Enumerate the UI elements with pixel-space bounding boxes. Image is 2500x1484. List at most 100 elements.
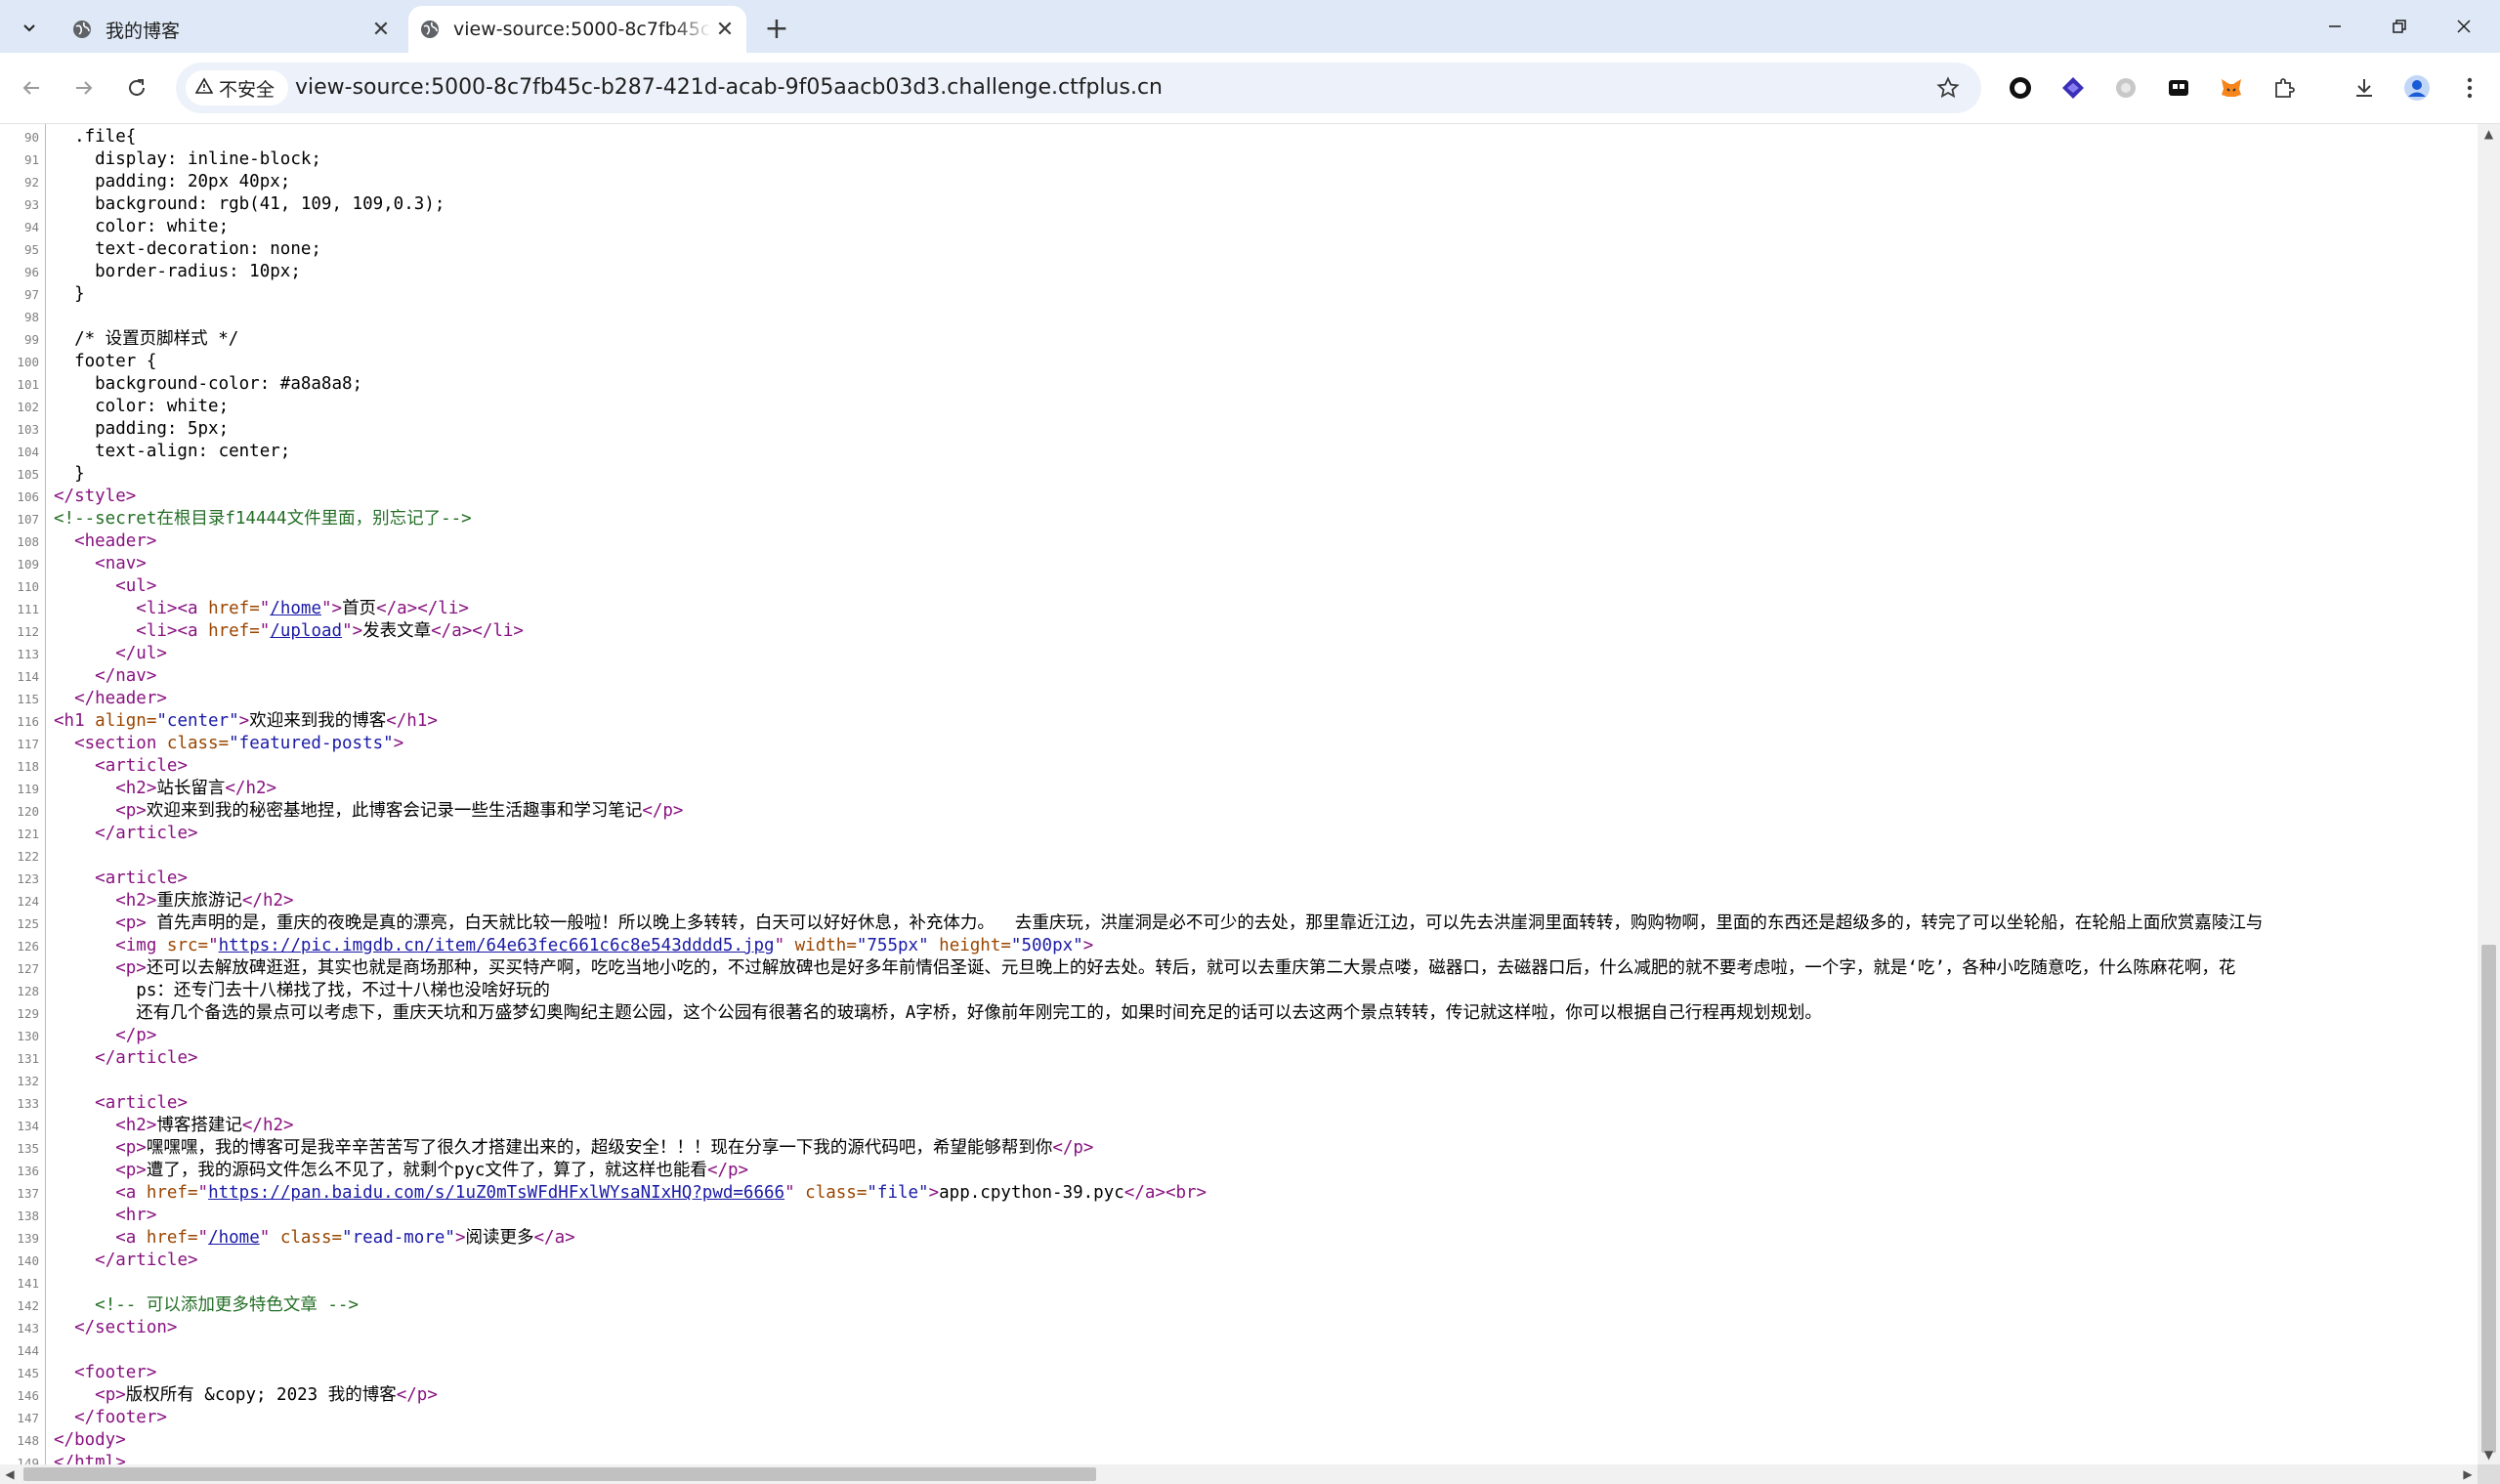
code-token: " bbox=[208, 936, 219, 955]
code-token: </p> bbox=[706, 1161, 749, 1180]
code-token: 首页 bbox=[342, 599, 377, 618]
line-number: 141 bbox=[17, 1276, 39, 1291]
code-token: > bbox=[238, 711, 250, 731]
menu-kebab-icon[interactable] bbox=[2452, 70, 2487, 106]
extension-layers-icon[interactable] bbox=[2055, 70, 2091, 106]
restore-button[interactable] bbox=[2372, 8, 2427, 45]
reload-button[interactable] bbox=[119, 70, 154, 106]
source-link[interactable]: /upload bbox=[270, 621, 342, 641]
tab-view-source[interactable]: view-source:5000-8c7fb45c-b287-421d-acab… bbox=[408, 6, 746, 53]
new-tab-button[interactable]: + bbox=[760, 12, 793, 46]
scroll-right-arrow-icon[interactable]: ▶ bbox=[2458, 1464, 2478, 1484]
line-code: background: rgb(41, 109, 109,0.3); bbox=[54, 193, 445, 216]
back-button[interactable] bbox=[14, 70, 49, 106]
profile-avatar-icon[interactable] bbox=[2399, 70, 2435, 106]
line-number: 121 bbox=[17, 827, 39, 841]
line-code: </nav> bbox=[54, 665, 156, 688]
source-link[interactable]: /home bbox=[208, 1228, 260, 1248]
line-code: </style> bbox=[54, 486, 136, 508]
download-icon[interactable] bbox=[2347, 70, 2382, 106]
tab-blog[interactable]: 我的博客 ✕ bbox=[61, 6, 403, 53]
line-code: <p>还可以去解放碑逛逛，其实也就是商场那种，买买特产啊，吃吃当地小吃的，不过解… bbox=[54, 957, 2235, 980]
tab-title: 我的博客 bbox=[106, 20, 181, 42]
line-number: 129 bbox=[17, 1006, 39, 1021]
minimize-button[interactable] bbox=[2308, 8, 2362, 45]
line-code: <hr> bbox=[54, 1205, 156, 1227]
code-token: padding: 20px 40px; bbox=[54, 172, 291, 191]
line-code: padding: 20px 40px; bbox=[54, 171, 290, 193]
url-text[interactable]: view-source:5000-8c7fb45c-b287-421d-acab… bbox=[295, 63, 1163, 113]
code-token: color: white; bbox=[54, 397, 230, 416]
line-number: 146 bbox=[17, 1388, 39, 1403]
code-token: </a> bbox=[533, 1228, 575, 1248]
code-token: " bbox=[774, 936, 795, 955]
address-bar[interactable]: 不安全 view-source:5000-8c7fb45c-b287-421d-… bbox=[176, 63, 1981, 113]
tab-close-icon[interactable]: ✕ bbox=[367, 16, 395, 43]
code-token: <section bbox=[74, 734, 167, 753]
tab-search-chevron-icon[interactable] bbox=[14, 13, 45, 42]
code-token: href= bbox=[208, 599, 260, 618]
line-number: 124 bbox=[17, 894, 39, 909]
code-token: <article> bbox=[95, 869, 188, 888]
scroll-down-arrow-icon[interactable]: ▼ bbox=[2478, 1445, 2500, 1464]
source-link[interactable]: https://pan.baidu.com/s/1uZ0mTsWFdHFxlWY… bbox=[208, 1183, 784, 1203]
close-window-button[interactable] bbox=[2436, 8, 2491, 45]
line-code: <article> bbox=[54, 755, 188, 778]
line-code: <li><a href="/upload">发表文章</a></li> bbox=[54, 620, 524, 643]
line-number: 126 bbox=[17, 939, 39, 954]
extension-gray-icon[interactable] bbox=[2108, 70, 2143, 106]
code-token: <hr> bbox=[115, 1206, 157, 1225]
line-number: 120 bbox=[17, 804, 39, 819]
line-code: /* 设置页脚样式 */ bbox=[54, 328, 238, 351]
security-chip[interactable]: 不安全 bbox=[186, 70, 289, 106]
code-token: " bbox=[197, 1228, 209, 1248]
vertical-scroll-thumb[interactable] bbox=[2481, 945, 2496, 1453]
security-label: 不安全 bbox=[219, 78, 275, 101]
scroll-left-arrow-icon[interactable]: ◀ bbox=[0, 1464, 20, 1484]
metamask-fox-icon[interactable] bbox=[2214, 70, 2249, 106]
line-number: 90 bbox=[23, 130, 39, 145]
vertical-scrollbar[interactable]: ▲ ▼ bbox=[2478, 124, 2500, 1464]
tab-close-icon[interactable]: ✕ bbox=[711, 16, 739, 43]
code-token: 嘿嘿嘿，我的博客可是我辛辛苦苦写了很久才搭建出来的，超级安全！！！现在分享一下我… bbox=[146, 1138, 1053, 1158]
line-number: 113 bbox=[17, 647, 39, 661]
code-token: 发表文章 bbox=[362, 621, 432, 641]
code-token: " bbox=[259, 621, 271, 641]
line-code: </article> bbox=[54, 1047, 197, 1070]
line-number: 93 bbox=[23, 197, 39, 212]
line-code: ps：还专门去十八梯找了找，不过十八梯也没啥好玩的 bbox=[54, 980, 550, 1002]
source-link[interactable]: https://pic.imgdb.cn/item/64e63fec661c6c… bbox=[219, 936, 775, 955]
line-number: 107 bbox=[17, 512, 39, 527]
line-number: 91 bbox=[23, 152, 39, 167]
line-code: <h2>重庆旅游记</h2> bbox=[54, 890, 293, 912]
horizontal-scrollbar[interactable]: ◀ ▶ bbox=[0, 1464, 2478, 1484]
code-token: <li><a bbox=[136, 599, 209, 618]
line-code: </p> bbox=[54, 1025, 156, 1047]
extensions-puzzle-icon[interactable] bbox=[2267, 70, 2302, 106]
scroll-up-arrow-icon[interactable]: ▲ bbox=[2478, 124, 2500, 144]
line-number: 100 bbox=[17, 355, 39, 369]
bookmark-star-icon[interactable] bbox=[1932, 72, 1964, 104]
line-code: <p>欢迎来到我的秘密基地捏，此博客会记录一些生活趣事和学习笔记</p> bbox=[54, 800, 683, 823]
code-token: 版权所有 &copy; 2023 我的博客 bbox=[125, 1385, 397, 1405]
code-token: width= bbox=[794, 936, 857, 955]
line-code: <a href="https://pan.baidu.com/s/1uZ0mTs… bbox=[54, 1182, 1207, 1205]
line-number: 142 bbox=[17, 1298, 39, 1313]
line-number: 123 bbox=[17, 871, 39, 886]
source-link[interactable]: /home bbox=[270, 599, 321, 618]
extension-tray-icon[interactable] bbox=[2161, 70, 2196, 106]
horizontal-scroll-thumb[interactable] bbox=[23, 1467, 1096, 1481]
line-number-divider bbox=[45, 124, 46, 1464]
forward-button[interactable] bbox=[66, 70, 102, 106]
line-code: text-align: center; bbox=[54, 441, 290, 463]
extension-circle-icon[interactable] bbox=[2003, 70, 2038, 106]
